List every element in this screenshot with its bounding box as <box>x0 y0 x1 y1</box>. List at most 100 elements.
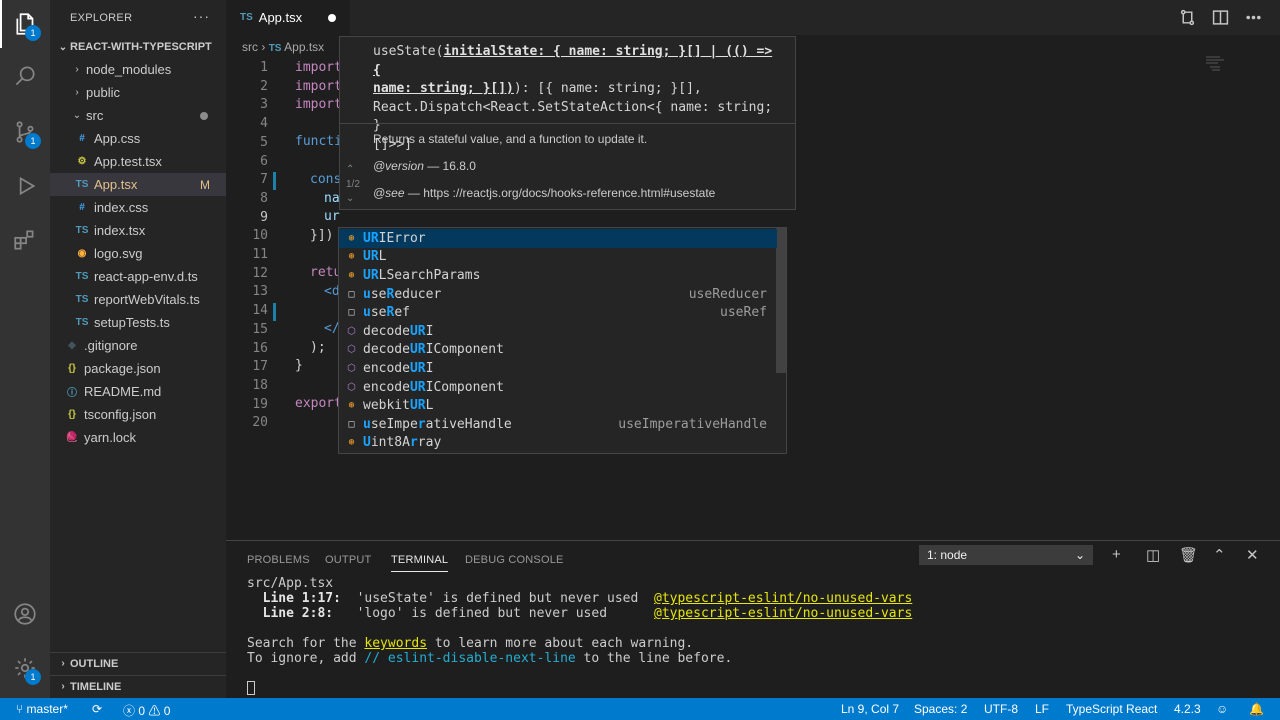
version-value: — 16.8.0 <box>423 159 476 173</box>
run-debug-icon[interactable] <box>0 162 50 210</box>
suggestion-text: u <box>363 305 371 321</box>
project-folder[interactable]: ⌄ REACT-WITH-TYPESCRIPT <box>50 36 226 58</box>
suggestion-text: IComponent <box>425 379 504 395</box>
split-terminal-icon[interactable]: ◫ <box>1146 546 1160 564</box>
git-status-badge: M <box>200 177 210 192</box>
sync-icon[interactable]: ⟳ <box>92 702 102 716</box>
tab-problems[interactable]: PROBLEMS <box>247 554 310 566</box>
code-line: import <box>295 79 342 94</box>
tree-item[interactable]: TS App.tsx M <box>50 173 226 196</box>
breadcrumb-src[interactable]: src <box>242 40 258 54</box>
suggestion-item[interactable]: ⊛ UR IError <box>339 229 777 248</box>
suggestion-item[interactable]: ⬡ encode UR I <box>339 359 777 378</box>
lint-rule[interactable]: @typescript-eslint/no-unused-vars <box>654 591 912 606</box>
split-editor-icon[interactable] <box>1212 9 1229 26</box>
trash-icon[interactable]: 🗑 <box>1179 546 1198 564</box>
outline-section[interactable]: › OUTLINE <box>50 652 226 674</box>
suggestion-text: decode <box>363 342 410 358</box>
line-number: 4 <box>260 116 268 132</box>
account-icon[interactable] <box>0 590 50 638</box>
snippet-icon: □ <box>348 307 355 319</box>
chevron-up-icon[interactable]: ⌃ <box>346 164 354 175</box>
tree-item[interactable]: › public <box>50 81 226 104</box>
tree-item[interactable]: TS react-app-env.d.ts <box>50 265 226 288</box>
tree-item[interactable]: TS reportWebVitals.ts <box>50 288 226 311</box>
tree-item[interactable]: # index.css <box>50 196 226 219</box>
more-icon[interactable] <box>1245 9 1262 26</box>
chevron-down-icon[interactable]: ⌄ <box>346 193 354 204</box>
feedback-icon[interactable]: ☺ <box>1216 702 1228 716</box>
compare-changes-icon[interactable] <box>1179 9 1196 26</box>
tree-item[interactable]: › node_modules <box>50 58 226 81</box>
minimap[interactable] <box>1206 55 1266 75</box>
tab-label: App.tsx <box>258 10 303 25</box>
keywords-link[interactable]: keywords <box>364 636 427 651</box>
explorer-icon[interactable]: 1 <box>0 0 50 48</box>
bell-icon[interactable]: 🔔 <box>1249 702 1264 716</box>
tree-item[interactable]: {} tsconfig.json <box>50 403 226 426</box>
tree-item[interactable]: ◆ .gitignore <box>50 334 226 357</box>
suggestion-item[interactable]: ⊛ Uint8A r ray <box>339 434 777 453</box>
tab-app-tsx[interactable]: TS App.tsx <box>226 0 350 35</box>
tree-item-label: index.tsx <box>94 223 146 238</box>
line-number: 8 <box>260 190 268 206</box>
indentation[interactable]: Spaces: 2 <box>914 702 967 716</box>
terminal-select[interactable]: 1: node ⌄ <box>919 545 1093 565</box>
suggestion-item[interactable]: □ u se Reducer useReducer <box>339 285 777 304</box>
suggestion-item[interactable]: ⬡ decode UR IComponent <box>339 341 777 360</box>
suggestion-item[interactable]: □ u se Ref useRef <box>339 303 777 322</box>
tree-item[interactable]: ⓘ README.md <box>50 380 226 403</box>
maximize-panel-icon[interactable]: ⌃ <box>1213 546 1226 564</box>
suggestion-item[interactable]: □ u seImpe r ativeHandle useImperativeHandle <box>339 415 777 434</box>
close-panel-icon[interactable]: ✕ <box>1246 546 1259 564</box>
encoding[interactable]: UTF-8 <box>984 702 1018 716</box>
code-line: import <box>295 97 342 112</box>
lint-rule[interactable]: @typescript-eslint/no-unused-vars <box>654 606 912 621</box>
source-control-icon[interactable]: 1 <box>0 108 50 156</box>
line-number: 17 <box>252 359 268 375</box>
tree-item[interactable]: ⚙ App.test.tsx <box>50 150 226 173</box>
file-tree: › node_modules › public ⌄ src # App.css ⚙ App.tes… <box>50 58 226 449</box>
see-link[interactable]: — https ://reactjs.org/docs/hooks-refere… <box>405 186 715 200</box>
suggestion-text: encode <box>363 360 410 376</box>
more-actions-icon[interactable]: ··· <box>193 8 210 24</box>
tree-item-label: reportWebVitals.ts <box>94 292 200 307</box>
suggestion-item[interactable]: ⬡ decode UR I <box>339 322 777 341</box>
language-mode[interactable]: TypeScript React <box>1066 702 1157 716</box>
tree-item[interactable]: ⌄ src <box>50 104 226 127</box>
ts-version[interactable]: 4.2.3 <box>1174 702 1201 716</box>
unsaved-dot-icon[interactable] <box>328 14 336 22</box>
tab-output[interactable]: OUTPUT <box>325 554 371 566</box>
suggestion-text: r <box>417 416 426 432</box>
breadcrumb-file[interactable]: App.tsx <box>284 40 324 54</box>
tree-item[interactable]: {} package.json <box>50 357 226 380</box>
add-terminal-icon[interactable]: + <box>1112 546 1121 563</box>
settings-gear-icon[interactable]: 1 <box>0 644 50 692</box>
tree-item[interactable]: TS index.tsx <box>50 219 226 242</box>
extensions-icon[interactable] <box>0 216 50 264</box>
problems-indicator[interactable]: ⓧ 0 ⚠ 0 <box>123 702 170 719</box>
cursor-position[interactable]: Ln 9, Col 7 <box>841 702 899 716</box>
tree-item[interactable]: ◉ logo.svg <box>50 242 226 265</box>
lint-location: Line 2:8: <box>247 606 334 621</box>
tab-debug-console[interactable]: DEBUG CONSOLE <box>465 554 564 566</box>
suggestion-item[interactable]: ⊛ UR L <box>339 248 777 267</box>
scrollbar[interactable] <box>776 228 786 373</box>
lint-message: 'logo' is defined but never used <box>333 606 654 621</box>
terminal-cursor[interactable] <box>247 681 255 695</box>
tree-item[interactable]: # App.css <box>50 127 226 150</box>
tree-item[interactable]: TS setupTests.ts <box>50 311 226 334</box>
ts-file-icon: TS <box>240 12 253 23</box>
branch-indicator[interactable]: ⑂ master* <box>16 702 68 716</box>
line-ending[interactable]: LF <box>1035 702 1049 716</box>
suggestion-item[interactable]: ⊛ UR LSearchParams <box>339 266 777 285</box>
timeline-section[interactable]: › TIMELINE <box>50 675 226 697</box>
tab-terminal[interactable]: TERMINAL <box>391 554 449 572</box>
search-icon[interactable] <box>0 52 50 100</box>
warning-count: 0 <box>163 704 171 718</box>
explorer-sidebar: EXPLORER ··· ⌄ REACT-WITH-TYPESCRIPT › nod… <box>50 0 226 698</box>
tree-item[interactable]: 🧶 yarn.lock <box>50 426 226 449</box>
suggestion-item[interactable]: ⬡ encode UR IComponent <box>339 378 777 397</box>
modified-dot-icon <box>200 111 208 120</box>
suggestion-item[interactable]: ⊛ webkit UR L <box>339 396 777 415</box>
